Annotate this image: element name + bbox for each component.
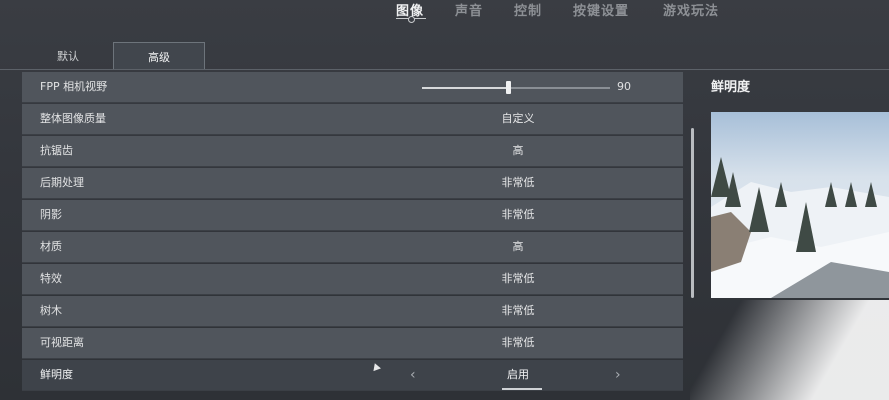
top-nav: 图像 声音 控制 按键设置 游戏玩法 [0, 0, 889, 26]
setting-label: 整体图像质量 [40, 112, 106, 125]
fov-slider-handle[interactable] [506, 81, 512, 94]
setting-value[interactable]: 非常低 [422, 168, 614, 198]
tab-sound[interactable]: 声音 [455, 0, 483, 19]
setting-row-sharpness[interactable]: 鲜明度 ‹ 启用 › [22, 360, 683, 391]
setting-row-post-processing[interactable]: 后期处理 非常低 [22, 168, 683, 199]
sub-tabs: 默认 高级 [0, 42, 889, 70]
scrollbar[interactable] [691, 128, 694, 298]
setting-value[interactable]: 高 [422, 136, 614, 166]
active-tab-dot [408, 16, 415, 23]
setting-row-foliage[interactable]: 树木 非常低 [22, 296, 683, 327]
setting-row-shadows[interactable]: 阴影 非常低 [22, 200, 683, 231]
setting-label: 树木 [40, 304, 62, 317]
chevron-right-icon[interactable]: › [615, 360, 621, 390]
tab-keybindings[interactable]: 按键设置 [573, 0, 629, 19]
setting-value[interactable]: 启用 [422, 360, 614, 390]
setting-label: 材质 [40, 240, 62, 253]
setting-label: 可视距离 [40, 336, 84, 349]
subtab-advanced[interactable]: 高级 [113, 42, 205, 70]
setting-row-view-distance[interactable]: 可视距离 非常低 [22, 328, 683, 359]
setting-value[interactable]: 非常低 [422, 328, 614, 358]
snowy-landscape-image [711, 157, 889, 298]
setting-value[interactable]: 非常低 [422, 264, 614, 294]
chevron-left-icon[interactable]: ‹ [410, 360, 416, 390]
setting-label: 后期处理 [40, 176, 84, 189]
watermark-glow [690, 300, 889, 400]
setting-row-effects[interactable]: 特效 非常低 [22, 264, 683, 295]
subtab-divider [0, 69, 889, 70]
setting-row-overall-quality[interactable]: 整体图像质量 自定义 [22, 104, 683, 135]
tab-gameplay[interactable]: 游戏玩法 [663, 0, 719, 19]
setting-label: 鲜明度 [40, 368, 73, 381]
setting-value[interactable]: 自定义 [422, 104, 614, 134]
preview-title: 鲜明度 [711, 80, 751, 95]
setting-value[interactable]: 非常低 [422, 200, 614, 230]
setting-label: 特效 [40, 272, 62, 285]
setting-label: 抗锯齿 [40, 144, 73, 157]
setting-value[interactable]: 非常低 [422, 296, 614, 326]
setting-value[interactable]: 高 [422, 232, 614, 262]
fov-slider-fill [422, 87, 509, 89]
preview-image [711, 112, 889, 298]
setting-row-antialiasing[interactable]: 抗锯齿 高 [22, 136, 683, 167]
setting-row-textures[interactable]: 材质 高 [22, 232, 683, 263]
subtab-default[interactable]: 默认 [38, 42, 98, 69]
value-underline [502, 388, 542, 390]
fov-slider[interactable] [422, 81, 610, 94]
setting-label: FPP 相机视野 [40, 80, 108, 93]
setting-row-fpp-fov[interactable]: FPP 相机视野 90 [22, 72, 683, 103]
tab-control[interactable]: 控制 [514, 0, 542, 19]
setting-label: 阴影 [40, 208, 62, 221]
fov-value: 90 [617, 80, 631, 93]
